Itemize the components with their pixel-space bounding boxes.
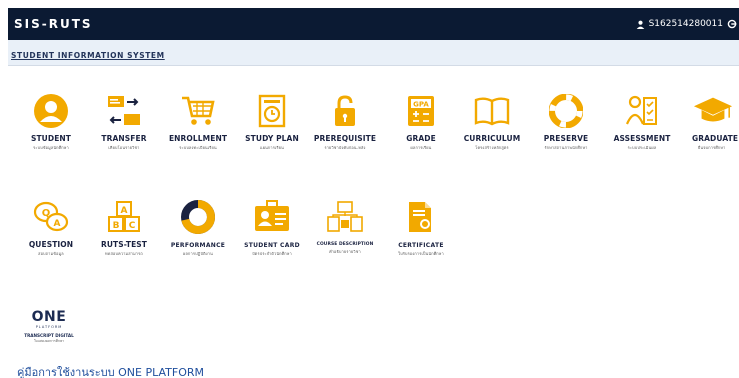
tile-prerequisite[interactable]: PREREQUISITE รายวิชาบังคับก่อน-หลัง <box>312 90 378 156</box>
settings-icon[interactable] <box>727 19 737 29</box>
tile-sublabel: ยื่นจบการศึกษา <box>698 145 726 150</box>
svg-text:Q: Q <box>42 208 51 219</box>
manual-link[interactable]: คู่มือการใช้งานระบบ ONE PLATFORM <box>17 363 204 378</box>
svg-text:B: B <box>113 221 120 231</box>
tile-sublabel: ระบบข้อมูลนักศึกษา <box>33 145 69 150</box>
assessment-icon <box>625 95 657 125</box>
tile-study-plan[interactable]: STUDY PLAN แผนการเรียน <box>239 90 305 156</box>
donut-chart-icon <box>181 200 215 234</box>
tile-sublabel: คำอธิบายรายวิชา <box>329 249 361 254</box>
tile-label: TRANSFER <box>101 134 147 143</box>
tile-sublabel: รักษาสถานภาพนักศึกษา <box>544 145 588 150</box>
tile-sublabel: โครงสร้างหลักสูตร <box>475 145 509 150</box>
tile-sublabel: ใบรับรองการเป็นนักศึกษา <box>398 251 444 256</box>
graduation-cap-icon <box>693 97 733 122</box>
svg-text:C: C <box>129 221 136 231</box>
tile-label: GRADE <box>406 134 436 143</box>
tile-label: GRADUATE <box>692 134 739 143</box>
tile-label: STUDY PLAN <box>245 134 299 143</box>
tile-sublabel: ระบบลงทะเบียนเรียน <box>179 145 217 150</box>
svg-text:A: A <box>121 206 128 216</box>
tile-preserve[interactable]: PRESERVE รักษาสถานภาพนักศึกษา <box>533 90 599 156</box>
tile-label: RUTS-TEST <box>100 240 148 249</box>
svg-text:A: A <box>54 219 61 229</box>
gpa-icon: GPA <box>408 96 434 126</box>
tile-sublabel: ใบแสดงผลการศึกษา <box>33 339 65 343</box>
tile-grade[interactable]: GPA GRADE ผลการเรียน <box>388 90 454 156</box>
tile-question[interactable]: Q A QUESTION สอบถามข้อมูล <box>18 196 84 262</box>
tile-curriculum[interactable]: CURRICULUM โครงสร้างหลักสูตร <box>459 90 525 156</box>
tile-label: ASSESSMENT <box>613 134 671 143</box>
tile-label: PERFORMANCE <box>170 242 226 249</box>
one-platform-logo-sub: PLATFORM <box>35 325 63 329</box>
tile-sublabel: เทียบโอนรายวิชา <box>108 145 140 150</box>
app-title[interactable]: SIS-RUTS <box>8 17 93 31</box>
tile-enrollment[interactable]: ENROLLMENT ระบบลงทะเบียนเรียน <box>165 90 231 156</box>
tile-transfer[interactable]: TRANSFER เทียบโอนรายวิชา <box>91 90 157 156</box>
tile-label: STUDENT CARD <box>244 242 300 249</box>
question-bubbles-icon: Q A <box>33 201 69 232</box>
lifebuoy-icon <box>549 94 583 128</box>
tile-one-platform[interactable]: ONE PLATFORM TRANSCRIPT DIGITAL ใบแสดงผล… <box>16 302 82 354</box>
student-icon <box>34 94 68 128</box>
user-icon <box>636 20 644 29</box>
tile-sublabel: ผลการเรียน <box>410 145 432 150</box>
tile-label: PRESERVE <box>543 134 589 143</box>
tile-student[interactable]: STUDENT ระบบข้อมูลนักศึกษา <box>18 90 84 156</box>
user-menu[interactable]: S162514280011 <box>636 19 739 29</box>
tile-sublabel: ทดสอบความสามารถ <box>105 251 143 256</box>
study-plan-icon <box>258 94 286 128</box>
lock-icon <box>335 95 355 126</box>
tile-label: CERTIFICATE <box>398 242 444 249</box>
tile-sublabel: แผนการเรียน <box>260 145 284 150</box>
id-card-icon <box>255 200 289 231</box>
transfer-icon <box>108 96 140 125</box>
tile-course-description[interactable]: COURSE DESCRIPTION คำอธิบายรายวิชา <box>312 196 378 262</box>
tile-graduate[interactable]: GRADUATE ยื่นจบการศึกษา <box>683 90 739 156</box>
book-icon <box>474 97 510 126</box>
user-id: S162514280011 <box>648 19 723 29</box>
tile-label: CURRICULUM <box>463 134 521 143</box>
one-platform-logo: ONE <box>31 309 67 325</box>
tile-label: TRANSCRIPT DIGITAL <box>24 333 74 338</box>
tile-sublabel: ระบบประเมินผล <box>627 145 657 150</box>
tile-certificate[interactable]: CERTIFICATE ใบรับรองการเป็นนักศึกษา <box>388 196 454 262</box>
tile-sublabel: บัตรประจำตัวนักศึกษา <box>252 251 292 256</box>
top-bar: SIS-RUTS S162514280011 <box>8 8 739 40</box>
tile-label: COURSE DESCRIPTION <box>316 242 374 247</box>
tile-sublabel: สอบถามข้อมูล <box>38 251 64 256</box>
tile-label: ENROLLMENT <box>168 134 228 143</box>
course-description-icon <box>327 201 363 232</box>
tile-sublabel: รายวิชาบังคับก่อน-หลัง <box>324 145 366 150</box>
tile-label: QUESTION <box>28 240 74 249</box>
tile-student-card[interactable]: STUDENT CARD บัตรประจำตัวนักศึกษา <box>239 196 305 262</box>
tile-performance[interactable]: PERFORMANCE ผลการปฏิบัติงาน <box>165 196 231 262</box>
tile-sublabel: ผลการปฏิบัติงาน <box>183 251 213 256</box>
tile-ruts-test[interactable]: A B C RUTS-TEST ทดสอบความสามารถ <box>91 196 157 262</box>
svg-text:GPA: GPA <box>413 101 429 109</box>
tile-label: STUDENT <box>30 134 72 143</box>
system-subtitle[interactable]: STUDENT INFORMATION SYSTEM <box>11 51 165 60</box>
tile-assessment[interactable]: ASSESSMENT ระบบประเมินผล <box>609 90 675 156</box>
certificate-icon <box>409 202 431 232</box>
abc-blocks-icon: A B C <box>108 201 140 232</box>
tile-label: PREREQUISITE <box>313 134 377 143</box>
sub-header: STUDENT INFORMATION SYSTEM <box>8 40 739 66</box>
cart-icon <box>182 96 215 125</box>
